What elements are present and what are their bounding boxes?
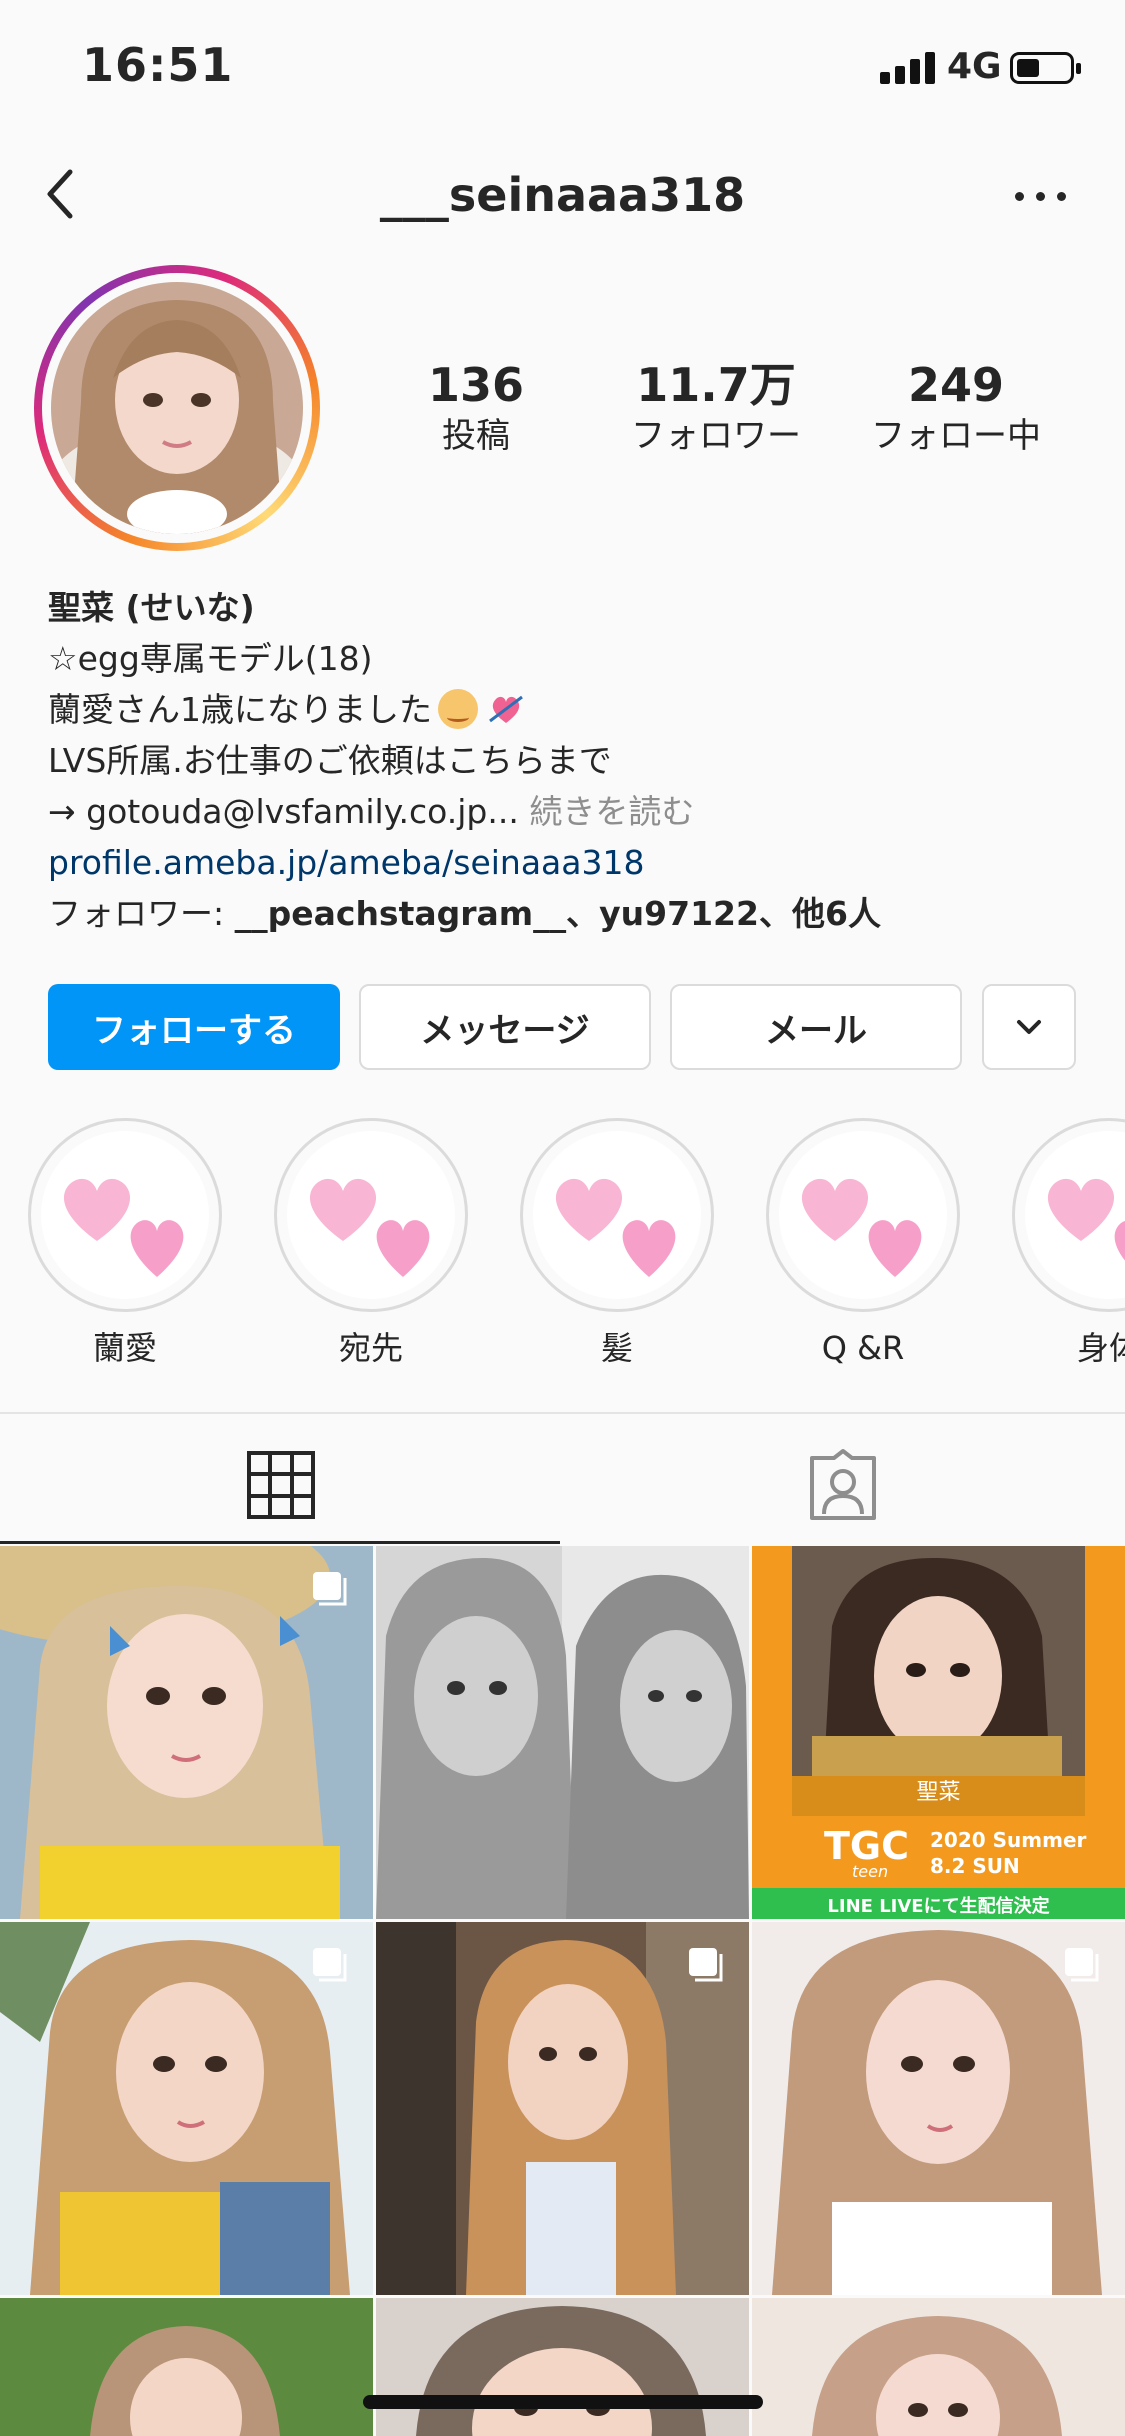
- bio-line: LVS所属.お仕事のご依頼はこちらまで: [48, 741, 612, 780]
- message-button[interactable]: メッセージ: [359, 984, 651, 1070]
- tgc-banner-text: LINE LIVEにて生配信決定: [827, 1896, 1050, 1917]
- stat-following-label: フォロー中: [871, 416, 1041, 456]
- stat-followers-count: 11.7万: [636, 358, 796, 412]
- suggested-accounts-button[interactable]: [982, 984, 1076, 1070]
- home-indicator[interactable]: [363, 2395, 763, 2409]
- post-thumbnail[interactable]: [0, 1922, 373, 2295]
- stat-following-count: 249: [907, 358, 1005, 412]
- followed-by[interactable]: フォロワー: __peachstagram__、yu97122、他6人: [48, 888, 1088, 939]
- read-more-link[interactable]: 続きを読む: [519, 792, 694, 831]
- hearts-icon: [41, 1131, 209, 1299]
- heart-arrow-emoji-icon: [489, 695, 523, 723]
- stat-followers[interactable]: 11.7万 フォロワー: [606, 356, 826, 458]
- battery-icon: [1010, 52, 1081, 84]
- chevron-down-icon: [1017, 1020, 1041, 1034]
- highlight-clip: 身体: [1012, 1118, 1125, 1378]
- bio-email[interactable]: → gotouda@lvsfamily.co.jp...: [48, 792, 519, 831]
- hearts-icon: [1025, 1131, 1125, 1299]
- story-highlight[interactable]: 髪: [520, 1118, 714, 1368]
- profile-username: ___seinaaa318: [379, 168, 746, 222]
- followed-by-names: __peachstagram__、yu97122、他6人: [234, 894, 881, 933]
- profile-bio: 聖菜 (せいな) ☆egg専属モデル(18) 蘭愛さん1歳になりました LVS所…: [48, 582, 1088, 939]
- tagged-person-icon: [810, 1449, 876, 1520]
- avatar[interactable]: [51, 282, 303, 534]
- bio-line-with-emoji: 蘭愛さん1歳になりました: [48, 684, 1088, 735]
- post-thumbnail[interactable]: [376, 1922, 749, 2295]
- multiple-posts-icon: [313, 1572, 347, 1606]
- active-tab-indicator: [0, 1541, 560, 1544]
- followed-by-prefix: フォロワー:: [48, 894, 235, 933]
- multiple-posts-icon: [1065, 1948, 1099, 1982]
- story-ring[interactable]: [34, 265, 320, 551]
- network-type: 4G: [947, 46, 1002, 87]
- hearts-icon: [533, 1131, 701, 1299]
- tgc-sub-label: teen: [852, 1862, 889, 1881]
- stat-following[interactable]: 249 フォロー中: [846, 356, 1066, 458]
- bio-line-email: → gotouda@lvsfamily.co.jp... 続きを読む: [48, 786, 1088, 837]
- stat-posts-count: 136: [427, 358, 525, 412]
- post-thumbnail[interactable]: [376, 2298, 749, 2436]
- display-name: 聖菜 (せいな): [48, 588, 255, 627]
- post-thumbnail[interactable]: [0, 2298, 373, 2436]
- story-highlight[interactable]: 身体: [1012, 1118, 1125, 1368]
- stat-posts[interactable]: 136 投稿: [366, 356, 586, 458]
- baby-emoji-icon: [438, 689, 478, 729]
- tgc-date-label: 8.2 SUN: [930, 1854, 1020, 1878]
- post-thumbnail[interactable]: [0, 1546, 373, 1919]
- bio-line: 蘭愛さん1歳になりました: [48, 690, 432, 729]
- hearts-icon: [779, 1131, 947, 1299]
- post-thumbnail[interactable]: [752, 1922, 1125, 2295]
- highlight-label: 髪: [600, 1329, 633, 1367]
- cellular-signal-icon: [880, 52, 936, 84]
- multiple-posts-icon: [689, 1948, 723, 1982]
- follow-button[interactable]: フォローする: [48, 984, 340, 1070]
- highlight-label: 宛先: [338, 1329, 403, 1367]
- story-highlight[interactable]: Q &R: [766, 1118, 960, 1368]
- status-time: 16:51: [82, 38, 234, 92]
- more-options-button[interactable]: [1015, 188, 1067, 204]
- post-thumbnail[interactable]: [752, 2298, 1125, 2436]
- grid-icon: [247, 1451, 315, 1519]
- highlight-label: 蘭愛: [92, 1329, 157, 1367]
- post-thumbnail[interactable]: 聖菜 TGC teen 2020 Summer 8.2 SUN LINE LIV…: [752, 1546, 1125, 1919]
- status-bar: 16:51 4G: [0, 0, 1125, 140]
- hearts-icon: [287, 1131, 455, 1299]
- multiple-posts-icon: [313, 1948, 347, 1982]
- post-thumbnail[interactable]: [376, 1546, 749, 1919]
- story-highlight[interactable]: 宛先: [274, 1118, 468, 1368]
- stat-posts-label: 投稿: [442, 416, 510, 456]
- bio-line: ☆egg専属モデル(18): [48, 639, 373, 678]
- highlight-label: Q &R: [821, 1329, 905, 1367]
- tab-posts-grid[interactable]: [0, 1414, 562, 1544]
- story-highlight[interactable]: 蘭愛: [28, 1118, 222, 1368]
- tgc-season-label: 2020 Summer: [930, 1828, 1087, 1852]
- tab-tagged[interactable]: [562, 1414, 1124, 1544]
- tgc-name-label: 聖菜: [916, 1780, 961, 1805]
- highlight-label: 身体: [1076, 1329, 1125, 1367]
- stat-followers-label: フォロワー: [631, 416, 801, 456]
- bio-website-link[interactable]: profile.ameba.jp/ameba/seinaaa318: [48, 837, 1088, 888]
- email-button[interactable]: メール: [670, 984, 962, 1070]
